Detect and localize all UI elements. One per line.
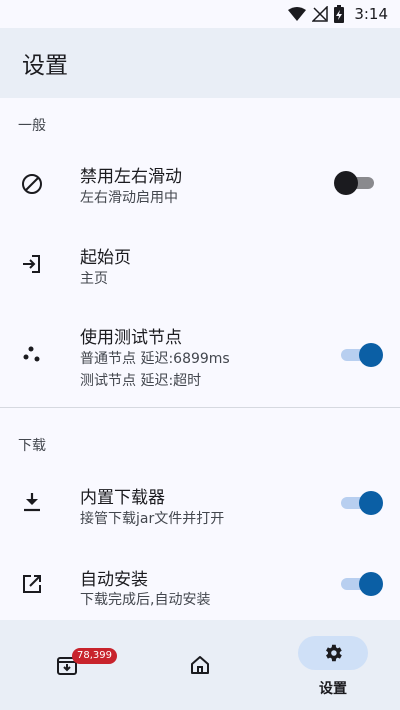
status-time: 3:14 (354, 5, 388, 23)
toggle-thumb (359, 343, 383, 367)
block-icon (22, 174, 42, 194)
setting-subtitle: 左右滑动启用中 (80, 190, 178, 206)
test-node-toggle[interactable] (341, 343, 383, 367)
setting-title: 内置下载器 (80, 488, 165, 508)
setting-subtitle: 下载完成后,自动安装 (80, 592, 211, 608)
setting-disable-swipe[interactable]: 禁用左右滑动 左右滑动启用中 (0, 145, 400, 223)
setting-subtitle: 接管下载jar文件并打开 (80, 511, 225, 527)
disable-swipe-toggle[interactable] (334, 171, 374, 195)
toggle-thumb (359, 491, 383, 515)
test-node-latency: 测试节点 延迟:超时 (80, 373, 202, 389)
status-bar: 3:14 (0, 0, 400, 28)
app-bar: 设置 (0, 28, 400, 98)
nodes-icon (23, 346, 40, 362)
downloads-badge: 78,399 (72, 648, 117, 664)
home-icon (191, 656, 209, 674)
nav-settings-label: 设置 (319, 681, 347, 697)
toggle-thumb (334, 171, 358, 195)
normal-node-latency: 普通节点 延迟:6899ms (80, 351, 230, 367)
setting-title: 禁用左右滑动 (80, 167, 182, 187)
setting-title: 起始页 (80, 248, 131, 268)
battery-charging-icon (334, 5, 345, 23)
no-signal-icon (312, 6, 329, 22)
section-header-download: 下载 (18, 438, 46, 454)
wifi-icon (288, 7, 307, 21)
setting-title: 使用测试节点 (80, 328, 182, 348)
setting-subtitle: 主页 (80, 271, 108, 287)
settings-active-indicator[interactable] (298, 636, 368, 670)
setting-auto-install[interactable]: 自动安装 下载完成后,自动安装 (0, 548, 400, 620)
open-external-icon (23, 575, 41, 593)
section-divider (0, 407, 400, 408)
page-title: 设置 (22, 53, 68, 79)
nav-downloads[interactable]: 78,399 (0, 620, 133, 710)
auto-install-toggle[interactable] (341, 572, 383, 596)
setting-start-page[interactable]: 起始页 主页 (0, 228, 400, 300)
toggle-thumb (359, 572, 383, 596)
builtin-downloader-toggle[interactable] (341, 491, 383, 515)
download-icon (24, 493, 40, 512)
setting-builtin-downloader[interactable]: 内置下载器 接管下载jar文件并打开 (0, 468, 400, 540)
status-icons: 3:14 (288, 4, 388, 24)
gear-icon (326, 644, 342, 662)
section-header-general: 一般 (18, 118, 46, 134)
nav-home[interactable] (133, 620, 267, 710)
bottom-navigation: 78,399 设置 (0, 620, 400, 710)
setting-use-test-node[interactable]: 使用测试节点 普通节点 延迟:6899ms 测试节点 延迟:超时 (0, 310, 400, 400)
login-icon (23, 255, 40, 273)
setting-title: 自动安装 (80, 570, 148, 590)
